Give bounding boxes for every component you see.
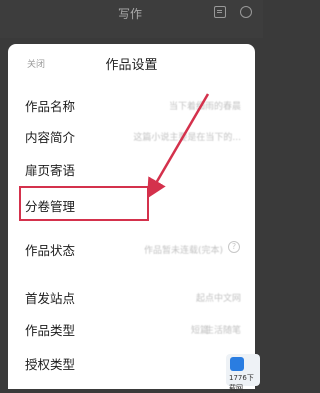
watermark-text: 1776下载网 xyxy=(229,374,254,392)
site-watermark: 1776下载网 xyxy=(226,354,260,392)
annotation-arrow xyxy=(146,93,210,199)
watermark-logo-icon xyxy=(230,357,244,371)
